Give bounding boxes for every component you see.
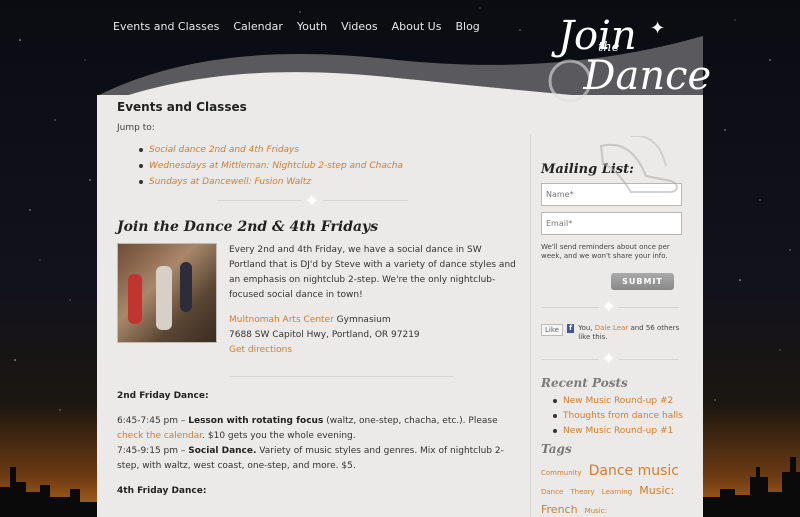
submit-button[interactable]: SUBMIT <box>611 273 674 290</box>
tag-link[interactable]: Dance music <box>589 463 679 479</box>
like-button[interactable]: Like <box>541 324 563 336</box>
nav-videos[interactable]: Videos <box>341 20 378 33</box>
check-calendar-link[interactable]: check the calendar <box>117 431 202 441</box>
dance-shoes-graphic <box>599 136 678 193</box>
logo-wordmark: Join Dance <box>558 13 712 99</box>
friend-link[interactable]: Dale Lear <box>595 324 628 332</box>
social-title: Social Dance. <box>188 446 257 456</box>
fridays-event-block: Every 2nd and 4th Friday, we have a soci… <box>117 243 517 368</box>
star-icon: ✦ <box>602 297 616 316</box>
sidebar-star-divider: ✦ <box>541 297 686 316</box>
venue-info: Multnomah Arts Center Gymnasium 7688 SW … <box>229 313 517 358</box>
tag-cloud: Community Dance music Dance Theory Learn… <box>541 462 686 517</box>
fridays-description: Every 2nd and 4th Friday, we have a soci… <box>229 243 517 368</box>
jump-link-fridays[interactable]: Social dance 2nd and 4th Fridays <box>139 145 517 155</box>
dancers-photo <box>117 243 217 343</box>
schedule-details: 2nd Friday Dance: 6:45-7:45 pm – Lesson … <box>117 389 517 499</box>
venue-room: Gymnasium <box>333 315 391 325</box>
sidebar-separator <box>530 135 531 517</box>
jump-links-list: Social dance 2nd and 4th Fridays Wednesd… <box>139 145 517 187</box>
second-friday-heading: 2nd Friday Dance: <box>117 391 209 401</box>
main-content: Events and Classes Jump to: Social dance… <box>117 100 517 509</box>
email-field[interactable] <box>541 212 682 235</box>
fridays-section-title: Join the Dance 2nd & 4th Fridays <box>117 219 379 235</box>
sidebar: Mailing List: We'll send reminders about… <box>541 136 686 517</box>
recent-post-link[interactable]: Thoughts from dance halls <box>553 411 686 421</box>
logo-the: the <box>598 40 620 55</box>
facebook-like-widget: Like f You, Dale Lear and 56 others like… <box>541 324 686 342</box>
nav-calendar[interactable]: Calendar <box>233 20 282 33</box>
nav-blog[interactable]: Blog <box>455 20 479 33</box>
venue-link[interactable]: Multnomah Arts Center <box>229 315 334 325</box>
star-icon: ✦ <box>602 349 616 368</box>
fourth-friday-heading: 4th Friday Dance: <box>117 486 207 496</box>
mailing-notice: We'll send reminders about once per week… <box>541 243 670 260</box>
lesson-time: 6:45-7:45 pm – <box>117 416 189 426</box>
star-divider: ✦ <box>117 191 517 210</box>
jump-to-label: Jump to: <box>117 123 155 133</box>
lesson-price: . $10 gets you the whole evening. <box>202 431 356 441</box>
nav-events-and-classes[interactable]: Events and Classes <box>113 20 219 33</box>
tag-link[interactable]: Music: <box>585 507 607 515</box>
fridays-intro-text: Every 2nd and 4th Friday, we have a soci… <box>229 245 516 300</box>
site-logo[interactable]: ✦ Join Dance the <box>540 6 711 106</box>
recent-posts-title: Recent Posts <box>541 376 628 390</box>
jump-link-wednesdays[interactable]: Wednesdays at Mittleman: Nightclub 2-ste… <box>139 161 517 171</box>
page-title: Events and Classes <box>117 100 247 114</box>
like-text: You, Dale Lear and 56 others like this. <box>578 324 680 341</box>
get-directions-link[interactable]: Get directions <box>229 345 292 355</box>
star-icon: ✦ <box>305 191 319 210</box>
jump-link-sundays[interactable]: Sundays at Dancewell: Fusion Waltz <box>139 177 517 187</box>
lesson-desc: (waltz, one-step, chacha, etc.). Please <box>323 416 498 426</box>
tag-link[interactable]: Learning <box>602 488 632 496</box>
tag-link[interactable]: Community <box>541 469 582 477</box>
tags-title: Tags <box>541 442 572 456</box>
second-friday-schedule: 6:45-7:45 pm – Lesson with rotating focu… <box>117 414 517 474</box>
main-nav: Events and Classes Calendar Youth Videos… <box>113 20 480 33</box>
recent-post-link[interactable]: New Music Round-up #1 <box>553 426 686 436</box>
sidebar-star-divider-2: ✦ <box>541 349 686 368</box>
social-time: 7:45-9:15 pm – <box>117 446 189 456</box>
section-divider <box>229 376 454 377</box>
nav-youth[interactable]: Youth <box>297 20 327 33</box>
recent-posts-list: New Music Round-up #2 Thoughts from danc… <box>553 396 686 436</box>
lesson-title: Lesson with rotating focus <box>188 416 324 426</box>
recent-post-link[interactable]: New Music Round-up #2 <box>553 396 686 406</box>
venue-address: 7688 SW Capitol Hwy, Portland, OR 97219 <box>229 330 420 340</box>
tag-link[interactable]: Theory <box>570 488 594 496</box>
facebook-icon: f <box>566 324 575 333</box>
tag-link[interactable]: Dance <box>541 488 563 496</box>
nav-about-us[interactable]: About Us <box>392 20 442 33</box>
